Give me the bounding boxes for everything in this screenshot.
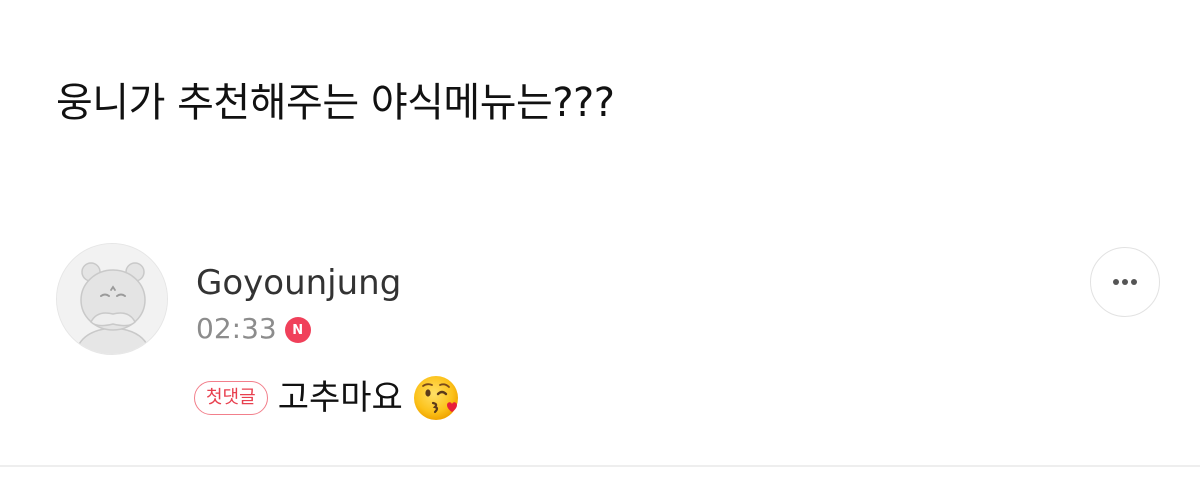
bear-avatar-icon [57,244,167,354]
post-question: 웅니가 추천해주는 야식메뉴는??? [56,80,615,126]
kissing-face-with-heart-icon [411,373,461,423]
comment-time: 02:33 [196,312,277,345]
comment-meta: 02:33 N [196,311,311,347]
comment-body: 첫댓글 고추마요 [194,373,461,423]
comment-author[interactable]: Goyounjung [196,261,401,305]
comment-text: 고추마요 [277,378,403,418]
first-comment-badge: 첫댓글 [194,381,268,415]
divider [0,465,1200,467]
avatar[interactable] [56,243,168,355]
more-options-button[interactable] [1090,247,1160,317]
comment-item: Goyounjung 02:33 N 첫댓글 고추마요 [56,243,1166,443]
more-horizontal-icon [1113,279,1137,285]
new-badge: N [284,317,311,343]
